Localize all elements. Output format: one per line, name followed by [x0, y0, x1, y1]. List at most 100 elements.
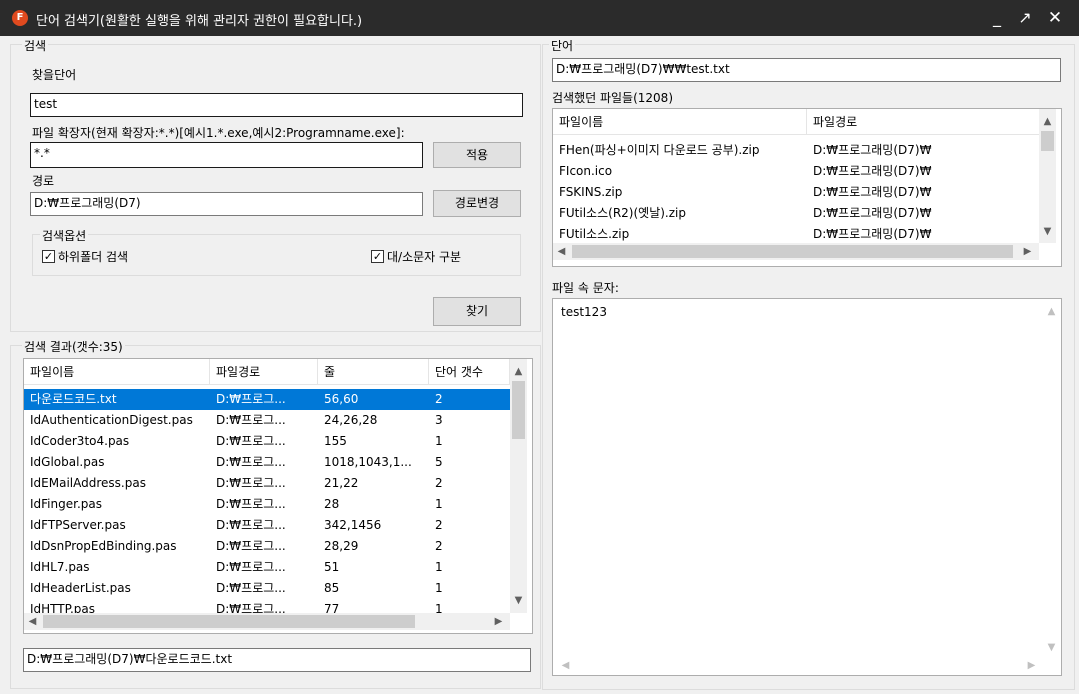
table-row[interactable]: IdCoder3to4.pas D:₩프로그... 155 1 — [24, 431, 510, 452]
table-row[interactable]: IdAuthenticationDigest.pas D:₩프로그... 24,… — [24, 410, 510, 431]
column-header-name[interactable]: 파일이름 — [24, 359, 210, 385]
cell-count: 1 — [435, 560, 443, 574]
maximize-icon[interactable]: ↗ — [1015, 8, 1035, 28]
word-group-caption: 단어 — [549, 37, 576, 54]
searched-files-list[interactable]: 파일이름 파일경로 FHen(파싱+이미지 다운로드 공부).zip D:₩프로… — [552, 108, 1062, 267]
file-content-memo[interactable]: test123 ▲ ▼ ◀ ▶ — [552, 298, 1062, 676]
cell-lines: 77 — [324, 602, 340, 613]
table-row[interactable]: IdDsnPropEdBinding.pas D:₩프로그... 28,29 2 — [24, 536, 510, 557]
file-name: FIcon.ico — [559, 164, 613, 178]
cell-path: D:₩프로그... — [216, 539, 286, 553]
files-vscroll-thumb[interactable] — [1041, 131, 1054, 151]
cell-count: 1 — [435, 581, 443, 595]
memo-scroll-right-icon[interactable]: ▶ — [1023, 657, 1040, 674]
list-item[interactable]: FHen(파싱+이미지 다운로드 공부).zip D:₩프로그래밍(D7)₩ — [553, 140, 1039, 161]
cell-name: IdHTTP.pas — [30, 602, 96, 613]
list-item[interactable]: FUtil소스.zip D:₩프로그래밍(D7)₩ — [553, 224, 1039, 243]
scroll-right-icon[interactable]: ▶ — [490, 613, 507, 630]
case-sensitive-label: 대/소문자 구분 — [387, 250, 462, 264]
close-icon[interactable]: ✕ — [1045, 8, 1065, 28]
search-options-caption: 검색옵션 — [40, 227, 89, 244]
column-header-path[interactable]: 파일경로 — [210, 359, 318, 385]
files-horizontal-scrollbar[interactable]: ◀ ▶ — [553, 243, 1039, 260]
subfolder-check-icon[interactable]: ✓ — [42, 250, 55, 263]
table-row[interactable]: 다운로드코드.txt D:₩프로그... 56,60 2 — [24, 389, 510, 410]
apply-button[interactable]: 적용 — [433, 142, 521, 168]
list-item[interactable]: FUtil소스(R2)(옛날).zip D:₩프로그래밍(D7)₩ — [553, 203, 1039, 224]
searched-files-header: 파일이름 파일경로 — [553, 109, 1039, 135]
cell-name: 다운로드코드.txt — [30, 392, 117, 406]
cell-path: D:₩프로그... — [216, 392, 286, 406]
cell-name: IdHL7.pas — [30, 560, 90, 574]
selected-path-field[interactable]: D:₩프로그래밍(D7)₩다운로드코드.txt — [23, 648, 531, 672]
table-row[interactable]: IdGlobal.pas D:₩프로그... 1018,1043,1... 5 — [24, 452, 510, 473]
search-group-caption: 검색 — [22, 37, 49, 54]
results-vertical-scrollbar[interactable]: ▲ ▼ — [510, 359, 527, 613]
files-scroll-up-icon[interactable]: ▲ — [1039, 113, 1056, 130]
cell-name: IdFTPServer.pas — [30, 518, 126, 532]
memo-scroll-up-icon[interactable]: ▲ — [1043, 303, 1060, 320]
cell-lines: 24,26,28 — [324, 413, 378, 427]
cell-lines: 155 — [324, 434, 347, 448]
results-header: 파일이름 파일경로 줄 단어 갯수 — [24, 359, 510, 385]
cell-path: D:₩프로그... — [216, 497, 286, 511]
cell-name: IdHeaderList.pas — [30, 581, 131, 595]
find-word-label: 찾을단어 — [32, 68, 77, 82]
file-name: FUtil소스.zip — [559, 227, 630, 241]
table-row[interactable]: IdHTTP.pas D:₩프로그... 77 1 — [24, 599, 510, 613]
column-header-file-path[interactable]: 파일경로 — [807, 109, 1039, 135]
find-button[interactable]: 찾기 — [433, 297, 521, 326]
cell-count: 2 — [435, 392, 443, 406]
files-scroll-down-icon[interactable]: ▼ — [1039, 223, 1056, 240]
file-name: FUtil소스(R2)(옛날).zip — [559, 206, 686, 220]
window-client: 검색 찾을단어 test 파일 확장자(현재 확장자:*.*)[예시1.*.ex… — [0, 36, 1079, 694]
current-file-field[interactable]: D:₩프로그래밍(D7)₩₩test.txt — [552, 58, 1061, 82]
cell-path: D:₩프로그... — [216, 602, 286, 613]
table-row[interactable]: IdHL7.pas D:₩프로그... 51 1 — [24, 557, 510, 578]
list-item[interactable]: FIcon.ico D:₩프로그래밍(D7)₩ — [553, 161, 1039, 182]
file-path: D:₩프로그래밍(D7)₩ — [813, 164, 932, 178]
cell-name: IdGlobal.pas — [30, 455, 105, 469]
cell-lines: 21,22 — [324, 476, 359, 490]
extension-input[interactable]: *.* — [30, 142, 423, 168]
table-row[interactable]: IdFinger.pas D:₩프로그... 28 1 — [24, 494, 510, 515]
results-list[interactable]: 파일이름 파일경로 줄 단어 갯수 다운로드코드.txt D:₩프로그... 5… — [23, 358, 533, 634]
column-header-lines[interactable]: 줄 — [318, 359, 429, 385]
memo-scroll-down-icon[interactable]: ▼ — [1043, 639, 1060, 656]
file-path: D:₩프로그래밍(D7)₩ — [813, 143, 932, 157]
minimize-icon[interactable]: _ — [987, 8, 1007, 28]
path-input[interactable]: D:₩프로그래밍(D7) — [30, 192, 423, 216]
change-path-button[interactable]: 경로변경 — [433, 190, 521, 217]
case-check-icon[interactable]: ✓ — [371, 250, 384, 263]
cell-count: 1 — [435, 497, 443, 511]
table-row[interactable]: IdHeaderList.pas D:₩프로그... 85 1 — [24, 578, 510, 599]
cell-count: 3 — [435, 413, 443, 427]
file-path: D:₩프로그래밍(D7)₩ — [813, 227, 932, 241]
files-scroll-right-icon[interactable]: ▶ — [1019, 243, 1036, 260]
file-name: FSKINS.zip — [559, 185, 623, 199]
table-row[interactable]: IdEMailAddress.pas D:₩프로그... 21,22 2 — [24, 473, 510, 494]
cell-lines: 28,29 — [324, 539, 359, 553]
results-horizontal-scrollbar[interactable]: ◀ ▶ — [24, 613, 510, 630]
table-row[interactable]: IdFTPServer.pas D:₩프로그... 342,1456 2 — [24, 515, 510, 536]
memo-scroll-left-icon[interactable]: ◀ — [557, 657, 574, 674]
results-hscroll-thumb[interactable] — [43, 615, 415, 628]
files-hscroll-thumb[interactable] — [572, 245, 1013, 258]
cell-name: IdCoder3to4.pas — [30, 434, 130, 448]
files-scroll-left-icon[interactable]: ◀ — [553, 243, 570, 260]
subfolder-checkbox[interactable]: ✓ 하위폴더 검색 — [42, 248, 128, 265]
find-word-input[interactable]: test — [30, 93, 523, 117]
column-header-count[interactable]: 단어 갯수 — [429, 359, 510, 385]
scroll-left-icon[interactable]: ◀ — [24, 613, 41, 630]
cell-count: 2 — [435, 518, 443, 532]
cell-count: 2 — [435, 476, 443, 490]
column-header-file-name[interactable]: 파일이름 — [553, 109, 807, 135]
list-item[interactable]: FSKINS.zip D:₩프로그래밍(D7)₩ — [553, 182, 1039, 203]
case-sensitive-checkbox[interactable]: ✓ 대/소문자 구분 — [371, 248, 461, 265]
files-vertical-scrollbar[interactable]: ▲ ▼ — [1039, 109, 1056, 243]
scroll-down-icon[interactable]: ▼ — [510, 592, 527, 609]
results-vscroll-thumb[interactable] — [512, 381, 525, 439]
cell-name: IdEMailAddress.pas — [30, 476, 146, 490]
cell-path: D:₩프로그... — [216, 581, 286, 595]
scroll-up-icon[interactable]: ▲ — [510, 363, 527, 380]
